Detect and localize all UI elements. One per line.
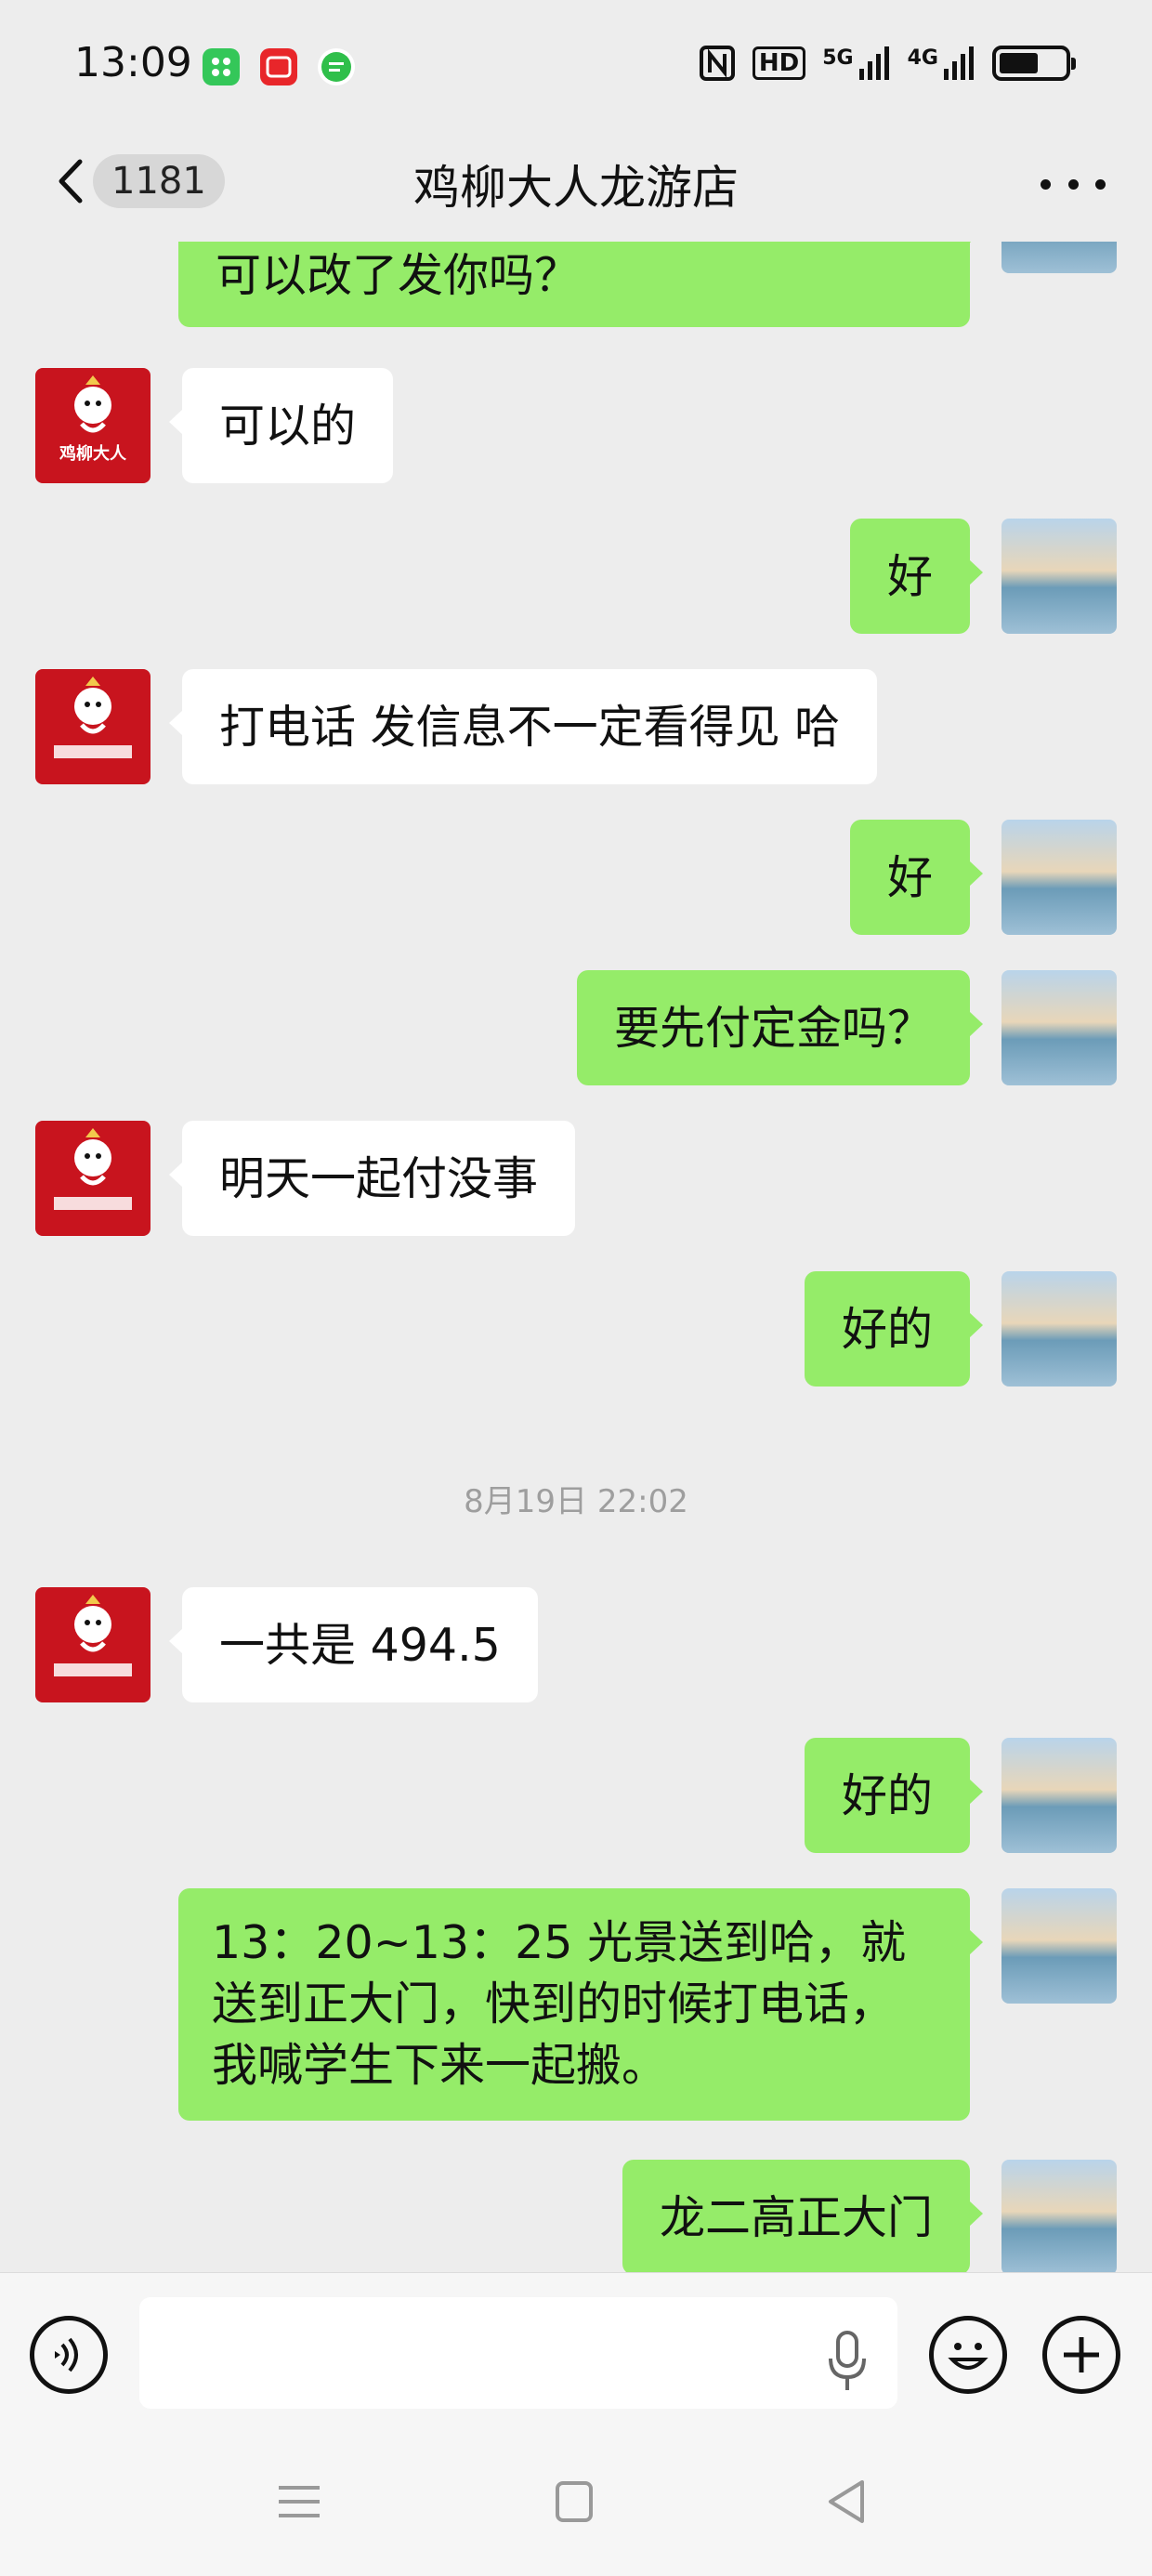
outgoing-message-bubble[interactable]: 好的 bbox=[804, 1738, 984, 1853]
nfc-icon bbox=[699, 46, 735, 81]
incoming-message-bubble[interactable]: 一共是 494.5 bbox=[169, 1587, 538, 1702]
outgoing-message-bubble[interactable]: 龙二高正大门 bbox=[622, 2160, 984, 2272]
incoming-message-bubble[interactable]: 明天一起付没事 bbox=[168, 1121, 576, 1236]
chicken-mascot-icon bbox=[74, 375, 111, 433]
incoming-message-bubble[interactable]: 打电话 发信息不一定看得见 哈 bbox=[168, 669, 878, 784]
outgoing-message-bubble[interactable]: 可以改了发你吗？ bbox=[178, 242, 983, 327]
emoji-icon[interactable] bbox=[929, 2316, 1007, 2394]
message-list[interactable]: 可以改了发你吗？ 鸡柳大人 可以的 好 打电话 发信息不一定看得见 哈 好 要先… bbox=[0, 242, 1152, 2272]
my-avatar[interactable] bbox=[1001, 1271, 1117, 1387]
outgoing-message-bubble[interactable]: 13：20~13：25 光景送到哈，就送到正大门，快到的时候打电话，我喊学生下来… bbox=[178, 1888, 983, 2121]
my-avatar[interactable] bbox=[1001, 2160, 1117, 2272]
status-bar: 13:09 HD 5G 4G bbox=[0, 0, 1152, 130]
message-input[interactable] bbox=[139, 2297, 897, 2409]
my-avatar[interactable] bbox=[1001, 970, 1117, 1085]
menu-icon[interactable] bbox=[262, 2469, 336, 2534]
shop-avatar[interactable] bbox=[35, 1587, 151, 1702]
my-avatar[interactable] bbox=[1001, 519, 1117, 634]
square-icon[interactable] bbox=[537, 2469, 611, 2534]
incoming-message-bubble[interactable]: 可以的 bbox=[168, 368, 394, 483]
shop-avatar[interactable] bbox=[35, 669, 151, 784]
input-bar bbox=[0, 2272, 1152, 2430]
mini-program-icon bbox=[203, 48, 240, 85]
message-timestamp: 8月19日 22:02 bbox=[464, 1483, 688, 1520]
my-avatar[interactable] bbox=[1001, 242, 1117, 273]
plus-icon[interactable] bbox=[1042, 2316, 1120, 2394]
signal-bars-icon bbox=[944, 46, 974, 80]
hd-indicator: HD bbox=[752, 46, 806, 80]
outgoing-message-bubble[interactable]: 好 bbox=[849, 820, 984, 935]
more-dots-icon[interactable] bbox=[1041, 156, 1106, 212]
outgoing-message-bubble[interactable]: 要先付定金吗？ bbox=[576, 970, 984, 1085]
battery-icon bbox=[992, 46, 1076, 81]
shop-avatar[interactable]: 鸡柳大人 bbox=[35, 368, 151, 483]
status-time: 13:09 bbox=[74, 39, 192, 86]
voice-icon[interactable] bbox=[30, 2316, 108, 2394]
outgoing-message-bubble[interactable]: 好的 bbox=[804, 1271, 984, 1387]
signal-4g: 4G bbox=[908, 46, 975, 80]
message-app-icon bbox=[318, 48, 355, 85]
chicken-mascot-icon bbox=[54, 1128, 132, 1210]
taobao-icon bbox=[260, 48, 297, 85]
shop-avatar[interactable] bbox=[35, 1121, 151, 1236]
my-avatar[interactable] bbox=[1001, 820, 1117, 935]
chevron-left-icon[interactable] bbox=[45, 149, 100, 214]
unread-count-badge[interactable]: 1181 bbox=[93, 154, 225, 208]
triangle-back-icon[interactable] bbox=[810, 2469, 884, 2534]
signal-bars-icon bbox=[858, 46, 889, 80]
chicken-mascot-icon bbox=[54, 677, 132, 758]
my-avatar[interactable] bbox=[1001, 1738, 1117, 1853]
chicken-mascot-icon bbox=[54, 1595, 132, 1676]
mic-icon[interactable] bbox=[825, 2329, 870, 2394]
chat-header: 1181 鸡柳大人龙游店 bbox=[0, 130, 1152, 242]
signal-5g: 5G bbox=[822, 46, 890, 80]
my-avatar[interactable] bbox=[1001, 1888, 1117, 2004]
system-nav-bar bbox=[0, 2430, 1152, 2576]
outgoing-message-bubble[interactable]: 好 bbox=[849, 519, 984, 634]
